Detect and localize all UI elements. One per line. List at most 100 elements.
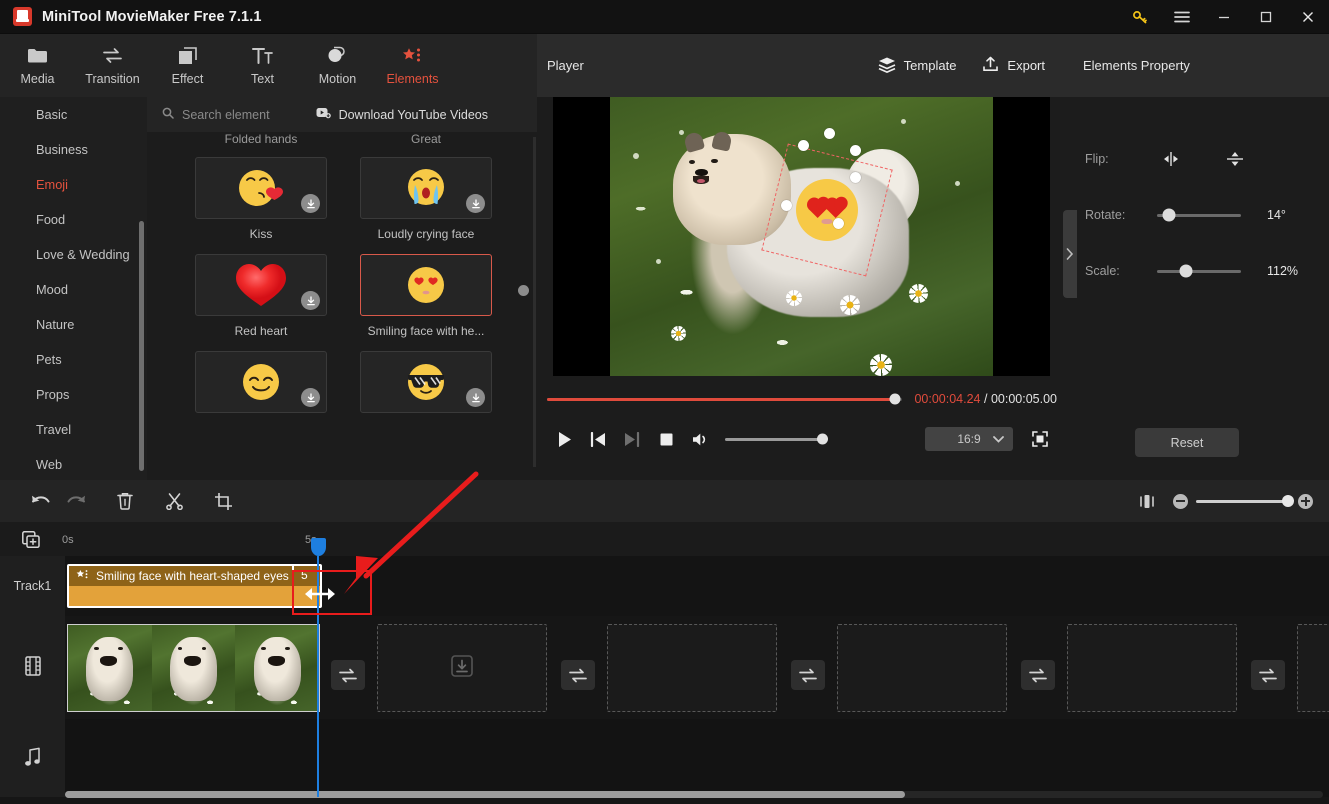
element-clip[interactable]: Smiling face with heart-shaped eyes 5 [67, 564, 322, 608]
category-item-travel[interactable]: Travel [0, 412, 147, 447]
element-thumbnail[interactable] [195, 351, 327, 413]
flip-horizontal-icon[interactable] [1157, 147, 1185, 171]
maximize-icon[interactable] [1245, 0, 1287, 34]
selection-handle[interactable] [850, 145, 861, 156]
search-input[interactable]: Search element [162, 107, 270, 122]
selection-handle[interactable] [833, 218, 844, 229]
rotate-slider[interactable] [1157, 208, 1241, 222]
panel-collapse-toggle[interactable] [1063, 210, 1077, 298]
elements-grid[interactable]: Folded hands Great Kiss Loudly crying fa… [147, 132, 537, 480]
rotate-slider-handle[interactable] [1162, 208, 1176, 222]
element-thumbnail[interactable] [360, 351, 492, 413]
element-card-red-heart[interactable]: Red heart [195, 254, 327, 338]
hamburger-menu-icon[interactable] [1161, 0, 1203, 34]
transition-slot-button[interactable] [331, 660, 365, 690]
zoom-slider-handle[interactable] [1282, 495, 1294, 507]
split-scissors-icon[interactable] [156, 480, 192, 522]
download-icon[interactable] [466, 194, 485, 213]
empty-media-slot[interactable] [1297, 624, 1329, 712]
transition-slot-button[interactable] [791, 660, 825, 690]
track-body-track1[interactable]: Smiling face with heart-shaped eyes 5 [65, 556, 1329, 616]
selection-handle[interactable] [781, 200, 792, 211]
zoom-slider[interactable] [1196, 495, 1294, 507]
scale-slider-handle[interactable] [1179, 264, 1193, 278]
preview-stage[interactable] [553, 97, 1050, 376]
track-body-audio[interactable] [65, 719, 1329, 797]
selection-handle[interactable] [798, 140, 809, 151]
element-thumbnail[interactable] [360, 157, 492, 219]
download-icon[interactable] [466, 388, 485, 407]
tab-text[interactable]: Text [225, 34, 300, 97]
play-icon[interactable] [547, 422, 581, 456]
zoom-in-icon[interactable] [1298, 493, 1313, 509]
category-item-nature[interactable]: Nature [0, 307, 147, 342]
category-item-mood[interactable]: Mood [0, 272, 147, 307]
tab-elements[interactable]: Elements [375, 34, 450, 97]
tab-motion[interactable]: Motion [300, 34, 375, 97]
zoom-out-icon[interactable] [1173, 493, 1188, 509]
aspect-ratio-select[interactable]: 16:9 [925, 427, 1013, 451]
add-media-icon[interactable] [20, 529, 42, 549]
element-thumbnail[interactable] [195, 254, 327, 316]
category-list[interactable]: Basic Business Emoji Food Love & Wedding… [0, 97, 147, 480]
download-icon[interactable] [301, 194, 320, 213]
transition-slot-button[interactable] [1021, 660, 1055, 690]
element-thumbnail-selected[interactable] [360, 254, 492, 316]
element-card-smiling-face-with-heart-eyes[interactable]: Smiling face with he... [360, 254, 492, 338]
reset-button[interactable]: Reset [1135, 428, 1239, 457]
element-card-smiling-face-smiling-eyes[interactable] [195, 351, 327, 413]
category-item-business[interactable]: Business [0, 132, 147, 167]
transition-slot-button[interactable] [1251, 660, 1285, 690]
elements-scrollbar[interactable] [533, 137, 536, 467]
empty-media-slot[interactable] [377, 624, 547, 712]
seek-slider[interactable] [547, 393, 903, 405]
element-thumbnail[interactable] [195, 157, 327, 219]
minimize-icon[interactable] [1203, 0, 1245, 34]
panel-resize-handle[interactable] [518, 285, 529, 296]
category-item-web[interactable]: Web [0, 447, 147, 480]
scale-slider[interactable] [1157, 264, 1241, 278]
category-scrollbar[interactable] [139, 221, 144, 471]
tab-effect[interactable]: Effect [150, 34, 225, 97]
redo-icon[interactable] [58, 480, 94, 522]
tab-transition[interactable]: Transition [75, 34, 150, 97]
download-youtube-button[interactable]: Download YouTube Videos [316, 107, 488, 122]
category-item-food[interactable]: Food [0, 202, 147, 237]
category-item-props[interactable]: Props [0, 377, 147, 412]
element-card-loudly-crying-face[interactable]: Loudly crying face [360, 157, 492, 241]
next-frame-icon[interactable] [615, 422, 649, 456]
volume-icon[interactable] [683, 422, 717, 456]
tab-media[interactable]: Media [0, 34, 75, 97]
category-item-emoji[interactable]: Emoji [0, 167, 147, 202]
video-clip[interactable] [67, 624, 320, 712]
empty-media-slot[interactable] [607, 624, 777, 712]
track-body-video[interactable] [65, 616, 1329, 719]
download-icon[interactable] [301, 291, 320, 310]
empty-media-slot[interactable] [837, 624, 1007, 712]
category-item-pets[interactable]: Pets [0, 342, 147, 377]
selection-handle[interactable] [850, 172, 861, 183]
fullscreen-icon[interactable] [1023, 422, 1057, 456]
undo-icon[interactable] [22, 480, 58, 522]
transition-slot-button[interactable] [561, 660, 595, 690]
category-item-basic[interactable]: Basic [0, 97, 147, 132]
volume-handle[interactable] [817, 433, 828, 445]
timeline-ruler[interactable]: 0s 5s [0, 522, 1329, 556]
export-button[interactable]: Export [982, 56, 1045, 76]
download-icon[interactable] [301, 388, 320, 407]
empty-media-slot[interactable] [1067, 624, 1237, 712]
stop-icon[interactable] [649, 422, 683, 456]
template-button[interactable]: Template [878, 56, 956, 76]
close-icon[interactable] [1287, 0, 1329, 34]
delete-trash-icon[interactable] [107, 480, 143, 522]
previous-frame-icon[interactable] [581, 422, 615, 456]
overlay-emoji-smiling-face-with-heart-eyes[interactable] [796, 179, 858, 241]
timeline-scrollbar[interactable] [65, 791, 905, 798]
playhead-handle[interactable] [311, 538, 326, 556]
element-card-kiss[interactable]: Kiss [195, 157, 327, 241]
fit-to-screen-icon[interactable] [1129, 480, 1165, 522]
selection-handle[interactable] [824, 128, 835, 139]
volume-slider[interactable] [725, 433, 828, 445]
crop-icon[interactable] [205, 480, 241, 522]
category-item-love-wedding[interactable]: Love & Wedding [0, 237, 147, 272]
